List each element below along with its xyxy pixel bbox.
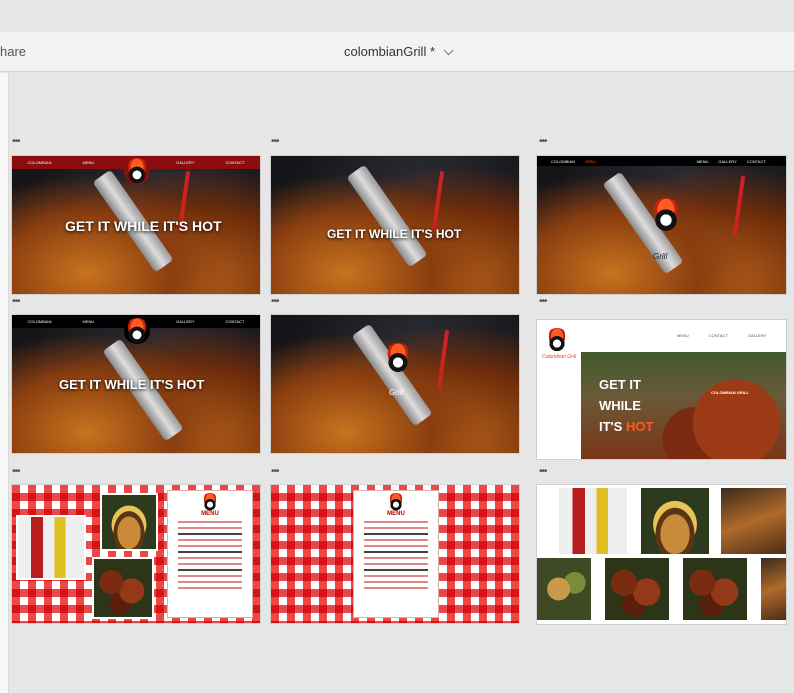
artboard-menu-icon[interactable]: ••• bbox=[271, 467, 279, 477]
logo-text: Grill bbox=[389, 388, 404, 397]
grill-logo-icon bbox=[545, 328, 569, 352]
gallery-photo bbox=[605, 558, 669, 620]
artboard-canvas[interactable]: ••• COLOMBIAN MENU GALLERY CONTACT GET I… bbox=[9, 73, 794, 693]
gallery-photo bbox=[721, 488, 786, 554]
artboard-6[interactable]: MENU CONTACT GALLERY Colombian Grill GET… bbox=[536, 319, 787, 460]
artboard-menu-icon[interactable]: ••• bbox=[271, 137, 279, 147]
nav-item: GALLERY bbox=[718, 158, 737, 164]
artboard-4[interactable]: COLOMBIAN MENU GALLERY CONTACT GET IT WH… bbox=[11, 314, 261, 454]
apron-stripe bbox=[436, 330, 450, 390]
menu-title: MENU bbox=[201, 511, 219, 517]
board-nav: MENU CONTACT GALLERY bbox=[677, 333, 766, 338]
nav-item: COLOMBIAN bbox=[27, 160, 52, 165]
artboard-menu-icon[interactable]: ••• bbox=[12, 297, 20, 307]
hero-photo: GET IT WHILE IT'S HOT COLOMBIAN GRILL bbox=[581, 352, 786, 459]
hero-line: WHILE bbox=[599, 398, 641, 413]
nav-item: MENU bbox=[696, 158, 709, 164]
document-title[interactable]: colombianGrill * bbox=[0, 44, 794, 59]
artboard-1[interactable]: COLOMBIAN MENU GALLERY CONTACT GET IT WH… bbox=[11, 155, 261, 295]
nav-item: MENU bbox=[82, 319, 95, 324]
artboard-7[interactable]: MENU bbox=[11, 484, 261, 624]
left-panel bbox=[0, 73, 9, 693]
artboard-menu-icon[interactable]: ••• bbox=[539, 137, 547, 147]
artboard-8[interactable]: MENU bbox=[270, 484, 520, 624]
tongs-image bbox=[351, 323, 433, 427]
nav-item: COLOMBIAN bbox=[27, 319, 52, 324]
nav-item: GALLERY bbox=[176, 160, 195, 165]
apron-stripe bbox=[431, 171, 445, 231]
grill-logo-icon bbox=[649, 198, 683, 232]
gallery-photo bbox=[537, 558, 591, 620]
nav-item: CONTACT bbox=[708, 333, 728, 338]
grill-logo-icon bbox=[124, 158, 150, 184]
hero-headline: GET IT WHILE IT'S HOT bbox=[327, 227, 462, 241]
nav-item: MENU bbox=[677, 333, 689, 338]
top-strip bbox=[0, 0, 794, 32]
artboard-menu-icon[interactable]: ••• bbox=[539, 467, 547, 477]
hero-headline: GET IT WHILE IT'S HOT bbox=[65, 218, 222, 234]
nav-item: GALLERY bbox=[176, 319, 195, 324]
menu-card: MENU bbox=[353, 490, 439, 618]
nav-item: CONTACT bbox=[746, 158, 766, 164]
gallery-photo bbox=[683, 558, 747, 620]
food-photo bbox=[16, 515, 86, 580]
nav-item: GRILL bbox=[585, 158, 597, 164]
document-title-label: colombianGrill * bbox=[343, 44, 436, 59]
artboard-5[interactable]: Grill bbox=[270, 314, 520, 454]
menu-title: MENU bbox=[387, 511, 405, 517]
grill-logo-icon bbox=[383, 343, 413, 373]
nav-item: CONTACT bbox=[225, 319, 245, 324]
food-photo bbox=[92, 557, 154, 619]
apron-stripe bbox=[732, 176, 746, 236]
logo-text: Grill bbox=[653, 252, 668, 261]
nav-item: COLOMBIAN bbox=[551, 158, 576, 164]
nav-item: CONTACT bbox=[225, 160, 245, 165]
title-bar: hare colombianGrill * bbox=[0, 32, 794, 72]
artboard-menu-icon[interactable]: ••• bbox=[12, 467, 20, 477]
grill-logo-icon bbox=[124, 318, 150, 344]
tongs-image bbox=[346, 164, 428, 268]
brand-text: Colombian Grill bbox=[542, 354, 577, 360]
board-nav: COLOMBIAN GRILL MENU GALLERY CONTACT bbox=[537, 156, 786, 166]
hero-tag: COLOMBIAN GRILL bbox=[711, 390, 749, 395]
gallery-photo bbox=[559, 488, 627, 554]
food-photo bbox=[100, 493, 158, 551]
artboard-menu-icon[interactable]: ••• bbox=[539, 297, 547, 307]
gallery-photo bbox=[761, 558, 786, 620]
artboard-menu-icon[interactable]: ••• bbox=[271, 297, 279, 307]
gallery-photo bbox=[641, 488, 709, 554]
hero-line: IT'S bbox=[599, 419, 623, 434]
chevron-down-icon[interactable] bbox=[443, 45, 454, 56]
artboard-3[interactable]: COLOMBIAN GRILL MENU GALLERY CONTACT Gri… bbox=[536, 155, 787, 295]
nav-item: GALLERY bbox=[747, 333, 767, 338]
menu-card: MENU bbox=[167, 490, 253, 618]
hero-line: GET IT bbox=[599, 377, 641, 392]
artboard-2[interactable]: GET IT WHILE IT'S HOT bbox=[270, 155, 520, 295]
nav-item: MENU bbox=[82, 160, 95, 165]
hero-hot-word: HOT bbox=[625, 419, 654, 434]
artboard-menu-icon[interactable]: ••• bbox=[12, 137, 20, 147]
hero-headline: GET IT WHILE IT'S HOT bbox=[59, 377, 205, 392]
grill-logo-icon bbox=[201, 493, 219, 511]
grill-logo-icon bbox=[387, 493, 405, 511]
artboard-9[interactable] bbox=[536, 484, 787, 625]
